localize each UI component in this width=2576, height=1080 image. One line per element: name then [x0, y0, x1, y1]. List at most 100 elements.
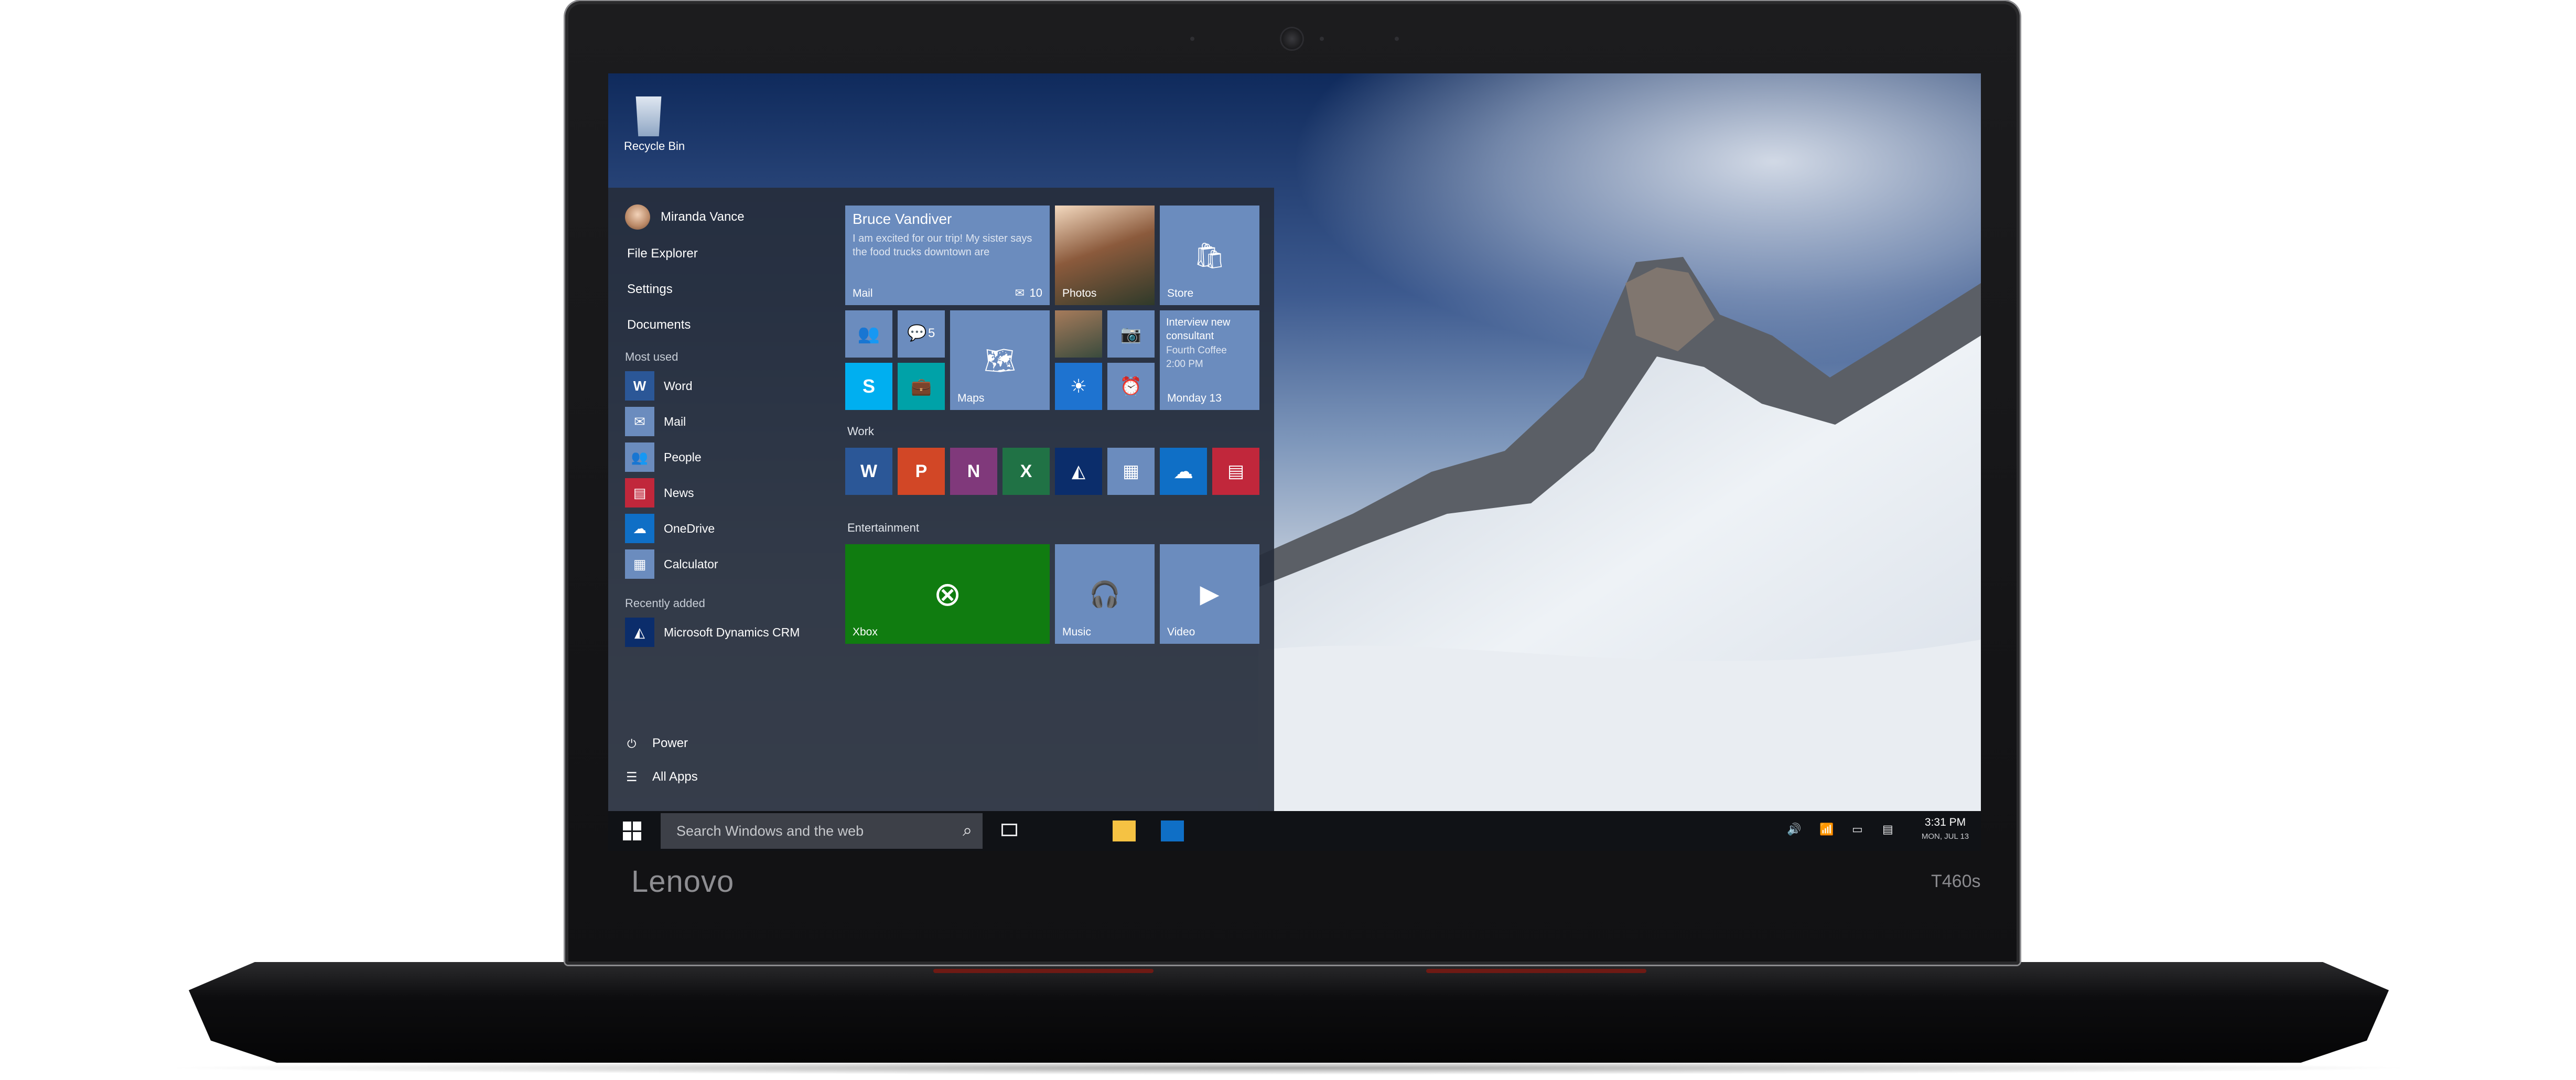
calendar-time: 2:00 PM [1166, 359, 1203, 370]
onedrive-icon: ☁ [625, 514, 654, 543]
avatar[interactable] [625, 204, 650, 230]
alarm-clock-icon: ⏰ [1119, 376, 1143, 396]
wallpaper-mountain [1258, 257, 1981, 811]
task-view-icon[interactable] [1001, 824, 1017, 836]
music-tile-label: Music [1062, 626, 1091, 638]
search-box[interactable]: Search Windows and the web ⌕ [661, 813, 983, 849]
windows-start-icon[interactable] [623, 822, 642, 840]
app-label: Word [664, 379, 693, 393]
user-name[interactable]: Miranda Vance [661, 207, 745, 228]
video-tile[interactable]: ▶ Video [1160, 544, 1259, 644]
news-icon: ▤ [625, 478, 654, 507]
word-icon: W [860, 461, 878, 481]
people-icon: 👥 [857, 324, 880, 344]
xbox-tile-label: Xbox [853, 626, 878, 638]
calendar-location: Fourth Coffee [1166, 345, 1227, 356]
app-people[interactable]: 👥 People [625, 441, 856, 473]
clock[interactable]: 3:31 PM MON, JUL 13 [1919, 816, 1971, 841]
outlook-icon[interactable] [1161, 820, 1184, 841]
calculator-icon: ▦ [1122, 461, 1140, 481]
store-tile[interactable]: 🛍 Store [1160, 206, 1259, 305]
notifications-icon[interactable]: ▤ [1882, 823, 1893, 836]
briefcase-icon: 💼 [911, 377, 932, 396]
laptop-base [189, 962, 2389, 1063]
skype-icon: S [862, 375, 875, 397]
powerpoint-icon: P [915, 461, 928, 481]
search-icon: ⌕ [963, 820, 972, 839]
messaging-tile[interactable]: 💬 5 [898, 310, 945, 358]
model-label: T460s [1931, 871, 1981, 891]
mail-count: 10 [1029, 286, 1042, 299]
dynamics-crm-tile[interactable]: ◭ [1055, 448, 1102, 495]
xbox-tile[interactable]: ⊗ Xbox [845, 544, 1050, 644]
entertainment-group-heading: Entertainment [847, 521, 919, 534]
battery-icon[interactable]: ▭ [1852, 823, 1863, 836]
sensor-dot [1320, 37, 1324, 41]
laptop-shadow [157, 1061, 2420, 1075]
mail-tile[interactable]: Bruce Vandiver I am excited for our trip… [845, 206, 1050, 305]
excel-tile[interactable]: X [1003, 448, 1050, 495]
start-item-settings[interactable]: Settings [627, 279, 673, 300]
weather-tile[interactable]: ☀ [1055, 363, 1102, 410]
powerpoint-tile[interactable]: P [898, 448, 945, 495]
maps-tile-label: Maps [957, 392, 985, 404]
start-item-file-explorer[interactable]: File Explorer [627, 243, 698, 264]
calculator-tile[interactable]: ▦ [1107, 448, 1155, 495]
messaging-icon: 💬 [907, 325, 927, 342]
app-word[interactable]: W Word [625, 370, 856, 402]
photos-tile-label: Photos [1062, 287, 1097, 299]
start-item-documents[interactable]: Documents [627, 315, 691, 336]
app-news[interactable]: ▤ News [625, 477, 856, 509]
app-label: Microsoft Dynamics CRM [664, 625, 800, 639]
briefcase-tile[interactable]: 💼 [898, 363, 945, 410]
calendar-tile[interactable]: Interview new consultant Fourth Coffee 2… [1160, 310, 1259, 410]
store-tile-label: Store [1167, 287, 1194, 299]
recycle-bin-shortcut[interactable]: Recycle Bin [624, 96, 685, 153]
calendar-date: Monday 13 [1167, 392, 1222, 404]
onenote-icon: N [967, 461, 980, 481]
video-tile-label: Video [1167, 626, 1195, 638]
app-label: News [664, 486, 694, 500]
all-apps-button[interactable]: All Apps [652, 766, 698, 787]
calendar-event: Interview new consultant [1166, 317, 1231, 342]
messaging-count: 5 [928, 326, 935, 340]
alarms-tile[interactable]: ⏰ [1107, 363, 1155, 410]
power-icon: ⏻ [627, 737, 637, 750]
recently-added-heading: Recently added [625, 597, 705, 610]
app-mail[interactable]: ✉ Mail [625, 406, 856, 437]
people-tile[interactable]: 👥 [845, 310, 892, 358]
app-label: Mail [664, 415, 686, 428]
volume-icon[interactable]: 🔊 [1787, 823, 1801, 836]
start-menu: Miranda Vance File Explorer Settings Doc… [608, 188, 1274, 811]
recycle-bin-icon [635, 96, 662, 136]
clock-date: MON, JUL 13 [1921, 832, 1969, 841]
app-label: Calculator [664, 557, 718, 571]
skype-tile[interactable]: S [845, 363, 892, 410]
file-explorer-icon[interactable] [1113, 820, 1136, 841]
music-tile[interactable]: 🎧 Music [1055, 544, 1155, 644]
taskbar: Search Windows and the web ⌕ 🔊 📶 ▭ ▤ 3:3… [608, 811, 1981, 851]
app-calculator[interactable]: ▦ Calculator [625, 548, 856, 580]
webcam [1281, 28, 1302, 49]
network-icon[interactable]: 📶 [1819, 823, 1834, 836]
sensor-dot [1190, 37, 1194, 41]
search-placeholder: Search Windows and the web [676, 823, 864, 839]
people-icon: 👥 [625, 442, 654, 472]
photos-tile[interactable]: Photos [1055, 206, 1155, 305]
app-label: OneDrive [664, 522, 715, 535]
mail-icon: ✉ [625, 407, 654, 436]
excel-icon: X [1020, 461, 1032, 481]
brand-logo: Lenovo [631, 865, 735, 899]
maps-tile[interactable]: 🗺 Maps [950, 310, 1050, 410]
onenote-tile[interactable]: N [950, 448, 997, 495]
calculator-icon: ▦ [625, 549, 654, 579]
work-group-heading: Work [847, 425, 874, 438]
camera-tile[interactable]: 📷 [1107, 310, 1155, 358]
contact-photo-tile[interactable] [1055, 310, 1102, 358]
news-tile[interactable]: ▤ [1212, 448, 1259, 495]
app-onedrive[interactable]: ☁ OneDrive [625, 513, 856, 544]
power-button[interactable]: Power [652, 733, 688, 754]
camera-icon: 📷 [1120, 325, 1141, 343]
word-tile[interactable]: W [845, 448, 892, 495]
onedrive-tile[interactable]: ☁ [1160, 448, 1207, 495]
